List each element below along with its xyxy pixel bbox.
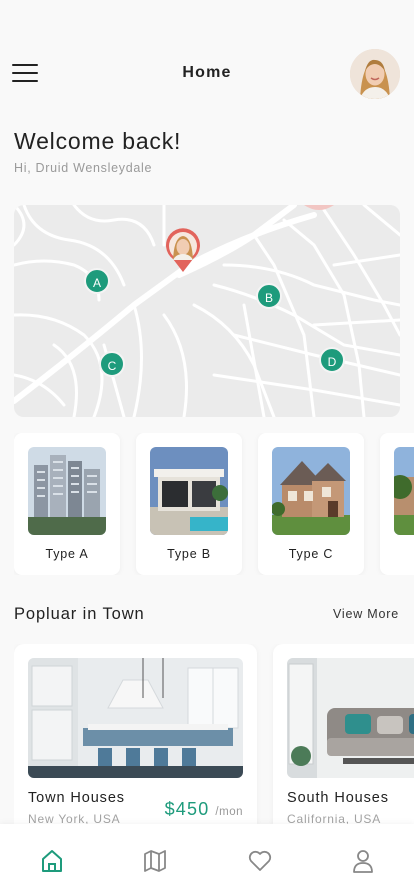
type-card-d[interactable]: T xyxy=(380,433,414,575)
type-card-c[interactable]: Type C xyxy=(258,433,364,575)
bottom-navigation xyxy=(0,824,414,896)
profile-icon[interactable] xyxy=(350,848,376,874)
map-marker-d[interactable]: D xyxy=(319,347,345,373)
listing-card-south-houses[interactable]: South Houses California, USA xyxy=(273,644,414,824)
map-icon[interactable] xyxy=(142,848,168,874)
popular-section-title: Popluar in Town xyxy=(14,605,145,623)
listing-name: Town Houses xyxy=(28,790,125,806)
listing-price: $450/mon xyxy=(165,799,243,820)
user-location-pin[interactable] xyxy=(164,227,202,273)
user-avatar[interactable] xyxy=(350,49,400,99)
view-more-link[interactable]: View More xyxy=(333,607,399,621)
listing-location: New York, USA xyxy=(28,812,121,824)
type-card-b[interactable]: Type B xyxy=(136,433,242,575)
price-period: /mon xyxy=(215,806,243,818)
type-card-a[interactable]: Type A xyxy=(14,433,120,575)
price-amount: $450 xyxy=(164,799,210,819)
type-b-image xyxy=(150,447,228,535)
type-d-label: T xyxy=(380,547,414,561)
listing-name: South Houses xyxy=(287,790,389,806)
welcome-heading: Welcome back! xyxy=(14,128,182,154)
popular-listings-carousel[interactable]: Town Houses New York, USA $450/mon South… xyxy=(14,644,414,824)
map-marker-b[interactable]: B xyxy=(256,283,282,309)
listing-card-town-houses[interactable]: Town Houses New York, USA $450/mon xyxy=(14,644,257,824)
heart-icon[interactable] xyxy=(247,848,273,874)
type-d-image xyxy=(394,447,414,535)
listing-location: California, USA xyxy=(287,812,382,824)
town-houses-photo xyxy=(28,658,243,778)
home-icon[interactable] xyxy=(39,848,65,874)
map-marker-a[interactable]: A xyxy=(84,268,110,294)
type-b-label: Type B xyxy=(167,547,211,561)
map-view[interactable]: A B C D xyxy=(14,205,400,417)
type-c-label: Type C xyxy=(288,547,334,561)
greeting-text: Hi, Druid Wensleydale xyxy=(14,161,153,175)
top-bar: Home xyxy=(0,46,414,102)
property-types-carousel[interactable]: Type A Type B Type C xyxy=(14,433,414,575)
south-houses-photo xyxy=(287,658,414,778)
type-c-image xyxy=(272,447,350,535)
type-a-image xyxy=(28,447,106,535)
type-a-label: Type A xyxy=(45,547,89,561)
map-marker-c[interactable]: C xyxy=(99,351,125,377)
